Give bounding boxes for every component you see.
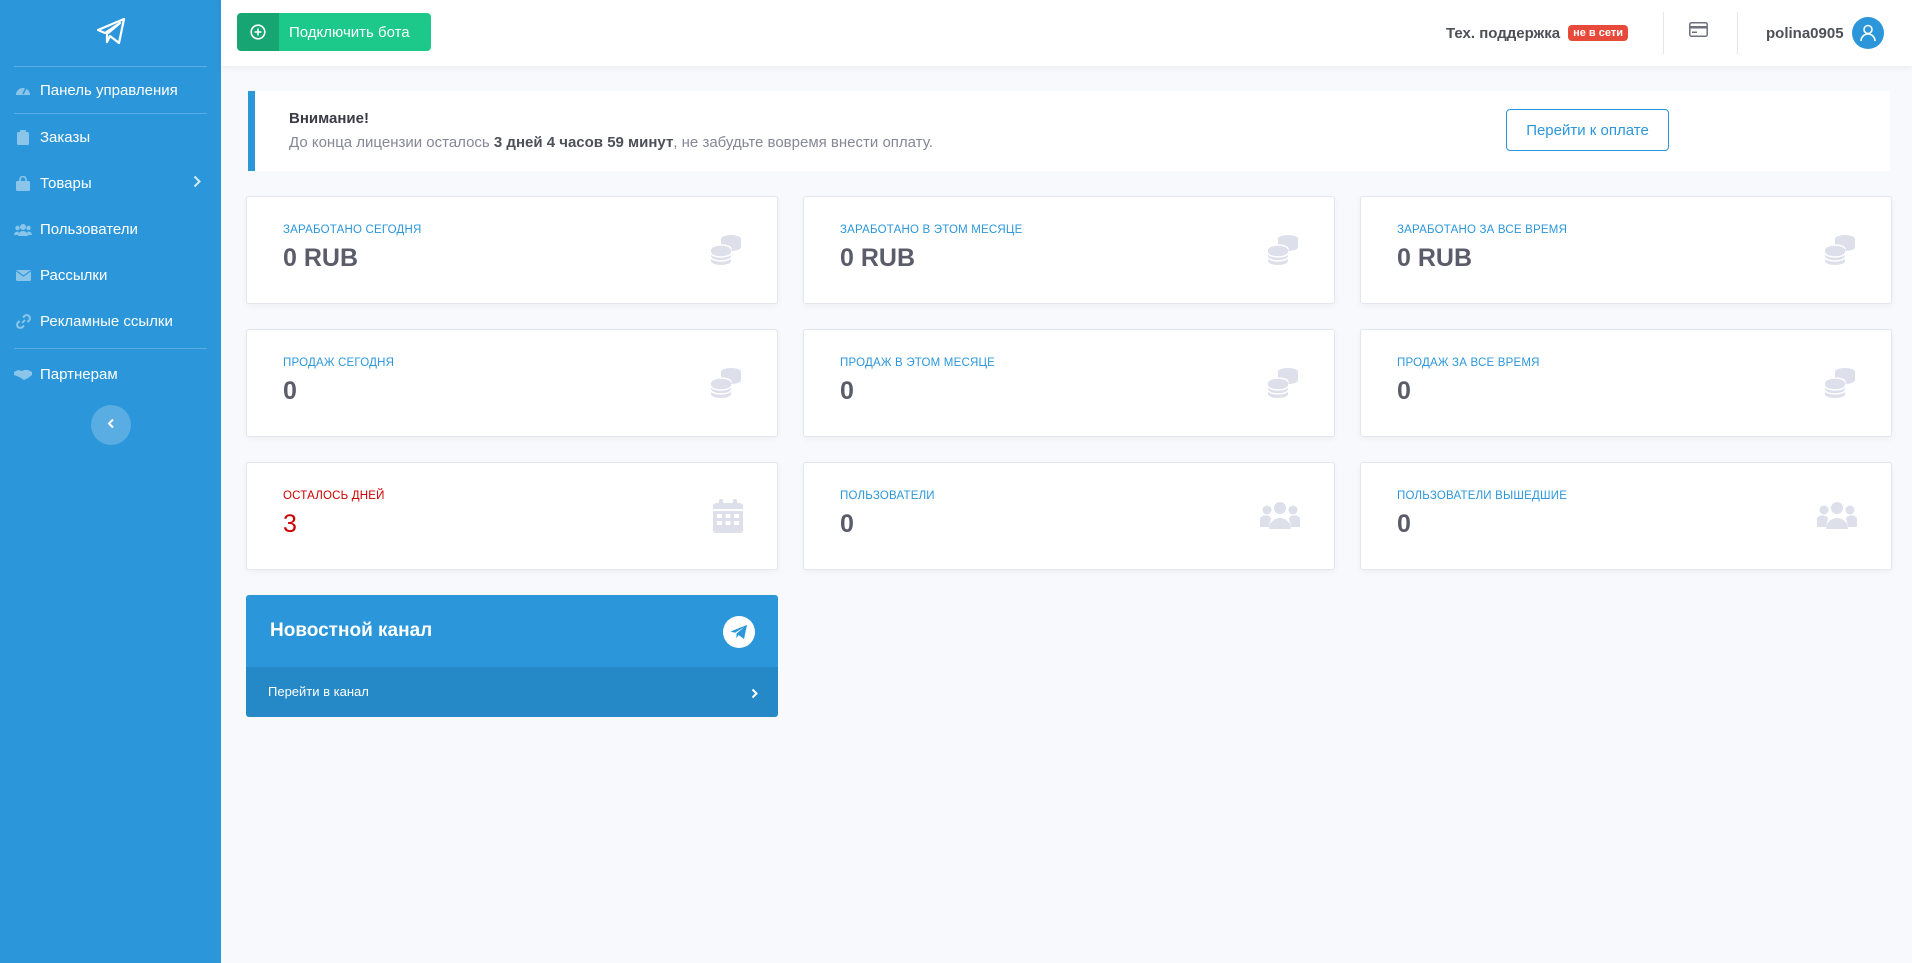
news-channel-title: Новостной канал bbox=[270, 620, 433, 641]
sidebar-item-products[interactable]: Товары bbox=[0, 160, 221, 206]
stat-value: 0 RUB bbox=[1397, 244, 1473, 272]
stat-card-earned-all-time: Заработано за все время 0 RUB bbox=[1360, 196, 1892, 304]
stat-value: 0 bbox=[283, 377, 297, 405]
status-badge: не в сети bbox=[1568, 25, 1628, 41]
chevron-left-icon bbox=[107, 416, 115, 434]
stat-value: 0 bbox=[1397, 510, 1411, 538]
stat-label: Пользователи bbox=[840, 490, 935, 502]
go-to-channel-link[interactable]: Перейти в канал bbox=[246, 667, 778, 717]
stat-label: Заработано в этом месяце bbox=[840, 224, 1023, 236]
tachometer-icon bbox=[14, 81, 32, 99]
license-alert: Внимание! До конца лицензии осталось 3 д… bbox=[248, 91, 1890, 171]
avatar bbox=[1851, 17, 1884, 49]
sidebar-item-ad-links[interactable]: Рекламные ссылки bbox=[0, 298, 221, 344]
news-channel-card: Новостной канал Перейти в канал bbox=[246, 595, 778, 717]
sidebar-item-mailings[interactable]: Рассылки bbox=[0, 252, 221, 298]
coins-icon bbox=[709, 233, 743, 272]
stat-card-users-left: Пользователи вышедшие 0 bbox=[1360, 462, 1892, 570]
telegram-paper-plane-icon bbox=[96, 17, 126, 50]
stat-label: Пользователи вышедшие bbox=[1397, 490, 1568, 502]
envelope-icon bbox=[14, 266, 32, 284]
coins-icon bbox=[1823, 366, 1857, 405]
stat-label: Продаж в этом месяце bbox=[840, 357, 996, 369]
alert-title: Внимание! bbox=[289, 110, 369, 127]
go-to-payment-button[interactable]: Перейти к оплате bbox=[1506, 109, 1669, 151]
topbar-divider bbox=[1663, 12, 1664, 54]
sidebar-item-label: Рассылки bbox=[40, 266, 108, 284]
user-menu[interactable]: polina0905 bbox=[1766, 0, 1884, 66]
sidebar-item-label: Пользователи bbox=[40, 220, 138, 238]
stat-value: 0 RUB bbox=[283, 244, 359, 272]
sidebar: Панель управления Заказы Товары Пользова… bbox=[0, 0, 221, 963]
sidebar-toggle-button[interactable] bbox=[90, 405, 131, 445]
stat-card-sales-today: Продаж сегодня 0 bbox=[246, 329, 778, 437]
users-icon bbox=[1815, 501, 1859, 534]
sidebar-item-label: Товары bbox=[40, 174, 92, 192]
plus-circle-icon bbox=[237, 13, 279, 51]
stat-card-earned-today: Заработано сегодня 0 RUB bbox=[246, 196, 778, 304]
coins-icon bbox=[1266, 366, 1300, 405]
sidebar-item-label: Панель управления bbox=[40, 81, 178, 99]
alert-time-left: 3 дней 4 часов 59 минут bbox=[493, 134, 674, 151]
stat-value: 0 bbox=[1397, 377, 1411, 405]
sidebar-divider bbox=[14, 348, 207, 349]
clipboard-icon bbox=[14, 128, 32, 146]
sidebar-item-label: Партнерам bbox=[40, 365, 118, 383]
sidebar-item-dashboard[interactable]: Панель управления bbox=[0, 67, 221, 113]
users-icon bbox=[14, 220, 32, 238]
stat-label: Продаж за все время bbox=[1397, 357, 1540, 369]
sidebar-brand[interactable] bbox=[0, 0, 221, 66]
stat-label: Заработано за все время bbox=[1397, 224, 1568, 236]
sidebar-item-label: Рекламные ссылки bbox=[40, 312, 173, 330]
topbar: Подключить бота Тех. поддержка не в сети… bbox=[221, 0, 1912, 66]
alert-text-after: , не забудьте вовремя внести оплату. bbox=[673, 134, 933, 151]
support-label: Тех. поддержка bbox=[1446, 24, 1561, 42]
stat-value: 0 RUB bbox=[840, 244, 916, 272]
stat-label: Осталось дней bbox=[283, 490, 385, 502]
topbar-divider bbox=[1737, 12, 1738, 54]
telegram-icon bbox=[723, 616, 755, 648]
connect-bot-label: Подключить бота bbox=[279, 13, 431, 51]
stat-value: 0 bbox=[840, 510, 854, 538]
sidebar-item-label: Заказы bbox=[40, 128, 91, 146]
handshake-icon bbox=[14, 365, 32, 383]
stat-value: 3 bbox=[283, 510, 297, 538]
chevron-right-icon bbox=[751, 686, 758, 704]
connect-bot-button[interactable]: Подключить бота bbox=[237, 13, 431, 51]
stat-card-sales-all-time: Продаж за все время 0 bbox=[1360, 329, 1892, 437]
link-icon bbox=[14, 312, 32, 330]
sidebar-item-users[interactable]: Пользователи bbox=[0, 206, 221, 252]
coins-icon bbox=[1266, 233, 1300, 272]
coins-icon bbox=[709, 366, 743, 405]
calendar-icon bbox=[713, 499, 743, 538]
stat-card-days-left: Осталось дней 3 bbox=[246, 462, 778, 570]
sidebar-item-orders[interactable]: Заказы bbox=[0, 114, 221, 160]
go-to-channel-label: Перейти в канал bbox=[268, 684, 369, 699]
sidebar-item-partners[interactable]: Партнерам bbox=[0, 351, 221, 397]
user-icon bbox=[1859, 24, 1876, 42]
credit-card-icon[interactable] bbox=[1689, 22, 1708, 42]
news-channel-header: Новостной канал bbox=[246, 595, 778, 667]
stat-card-users: Пользователи 0 bbox=[803, 462, 1335, 570]
username: polina0905 bbox=[1766, 24, 1844, 42]
coins-icon bbox=[1823, 233, 1857, 272]
alert-text-before: До конца лицензии осталось bbox=[289, 134, 494, 151]
users-icon bbox=[1258, 501, 1302, 534]
support-link[interactable]: Тех. поддержка не в сети bbox=[1446, 0, 1628, 66]
stat-value: 0 bbox=[840, 377, 854, 405]
chevron-right-icon bbox=[193, 175, 201, 192]
stat-card-earned-month: Заработано в этом месяце 0 RUB bbox=[803, 196, 1335, 304]
stat-label: Продаж сегодня bbox=[283, 357, 395, 369]
stat-card-sales-month: Продаж в этом месяце 0 bbox=[803, 329, 1335, 437]
alert-text: До конца лицензии осталось 3 дней 4 часо… bbox=[289, 134, 933, 151]
shopping-bag-icon bbox=[14, 174, 32, 192]
stat-label: Заработано сегодня bbox=[283, 224, 422, 236]
